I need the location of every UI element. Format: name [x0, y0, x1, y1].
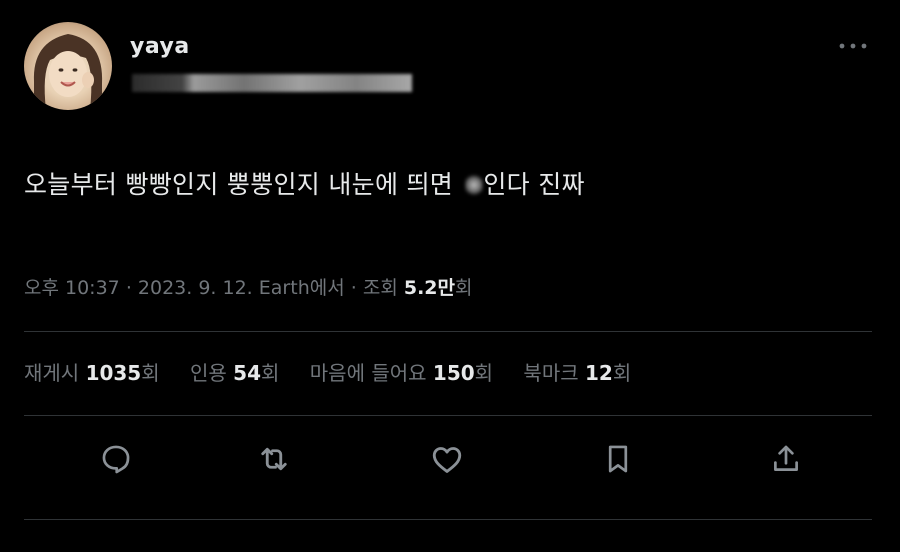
- stat-unit: 회: [612, 361, 632, 385]
- meta-separator: ·: [350, 277, 357, 299]
- tweet-text: 오늘부터 빵빵인지 뿡뿡인지 내눈에 띄면 인다 진짜: [24, 165, 585, 201]
- tweet-source: Earth에서: [258, 277, 345, 299]
- stat-unit: 회: [141, 361, 160, 385]
- retweet-button[interactable]: [252, 437, 296, 481]
- stat-bookmarks[interactable]: 북마크 12회: [523, 357, 631, 386]
- stat-value: 54: [233, 361, 262, 385]
- share-icon: [774, 445, 798, 471]
- stat-value: 150: [432, 361, 475, 385]
- avatar[interactable]: [24, 22, 112, 110]
- redacted-character: [465, 174, 484, 196]
- stat-value: 12: [584, 361, 613, 385]
- more-icon: [839, 43, 867, 49]
- meta-separator: ·: [125, 277, 132, 299]
- stat-label: 북마크: [523, 361, 579, 385]
- stat-unit: 회: [474, 361, 494, 385]
- handle-redacted: [132, 74, 412, 92]
- action-bar: [0, 437, 900, 487]
- tweet-time[interactable]: 오후 10:37: [24, 277, 120, 299]
- views-count[interactable]: 5.2만: [404, 277, 455, 299]
- display-name[interactable]: yaya: [130, 34, 190, 59]
- stat-label: 재게시: [24, 361, 80, 385]
- reply-icon: [102, 445, 130, 474]
- stat-label: 인용: [190, 361, 227, 385]
- tweet-meta: 오후 10:37 · 2023. 9. 12. Earth에서 · 조회 5.2…: [24, 273, 472, 300]
- stat-value: 1035: [85, 361, 142, 385]
- stat-likes[interactable]: 마음에 들어요 150회: [310, 357, 493, 386]
- share-button[interactable]: [764, 437, 808, 481]
- tweet-text-part-1: 오늘부터 빵빵인지 뿡뿡인지 내눈에 띄면: [24, 170, 454, 199]
- tweet-date[interactable]: 2023. 9. 12.: [138, 277, 253, 299]
- divider-top: [24, 331, 872, 332]
- like-button[interactable]: [425, 437, 469, 481]
- bookmark-button[interactable]: [596, 437, 640, 481]
- bookmark-icon: [608, 445, 628, 473]
- divider-middle: [24, 415, 872, 416]
- views-unit: 회: [455, 277, 473, 299]
- reply-button[interactable]: [94, 437, 138, 481]
- stat-reposts[interactable]: 재게시 1035회: [24, 357, 160, 386]
- more-options-button[interactable]: [836, 36, 870, 56]
- stat-unit: 회: [261, 361, 280, 385]
- views-label: 조회: [362, 277, 398, 299]
- tweet-text-part-2: 인다 진짜: [483, 170, 585, 199]
- profile-photo-icon: [33, 34, 103, 110]
- like-icon: [432, 447, 462, 473]
- stat-quotes[interactable]: 인용 54회: [190, 357, 279, 386]
- retweet-icon: [261, 447, 287, 471]
- stat-label: 마음에 들어요: [309, 361, 427, 385]
- divider-bottom: [24, 519, 872, 520]
- engagement-stats: 재게시 1035회 인용 54회 마음에 들어요 150회 북마크 12회: [24, 357, 655, 386]
